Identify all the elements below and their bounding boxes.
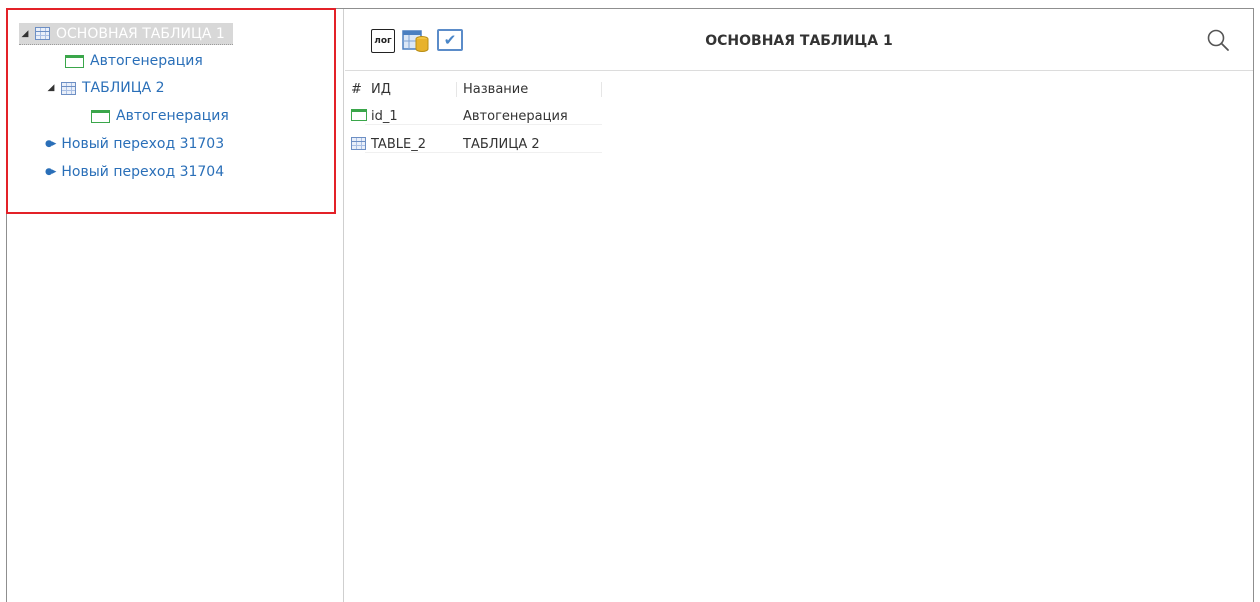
transition-icon: ●▸: [45, 167, 56, 177]
toolbar: лог ✔ ОСНОВНАЯ ТАБЛИЦА 1: [345, 9, 1253, 71]
tree-node-label: ОСНОВНАЯ ТАБЛИЦА 1: [56, 25, 225, 42]
tree-node-label: Новый переход 31704: [61, 164, 225, 180]
search-button[interactable]: [1205, 27, 1231, 53]
row-id: TABLE_2: [365, 137, 457, 153]
column-header-name[interactable]: Название: [457, 81, 602, 97]
autogen-icon: [91, 109, 110, 123]
tree-node-label: Автогенерация: [90, 53, 203, 69]
row-id: id_1: [365, 109, 457, 125]
table-row[interactable]: id_1 Автогенерация: [345, 103, 602, 131]
row-name: ТАБЛИЦА 2: [457, 137, 602, 153]
row-number: [345, 109, 367, 125]
tree-node-label: ТАБЛИЦА 2: [82, 80, 165, 96]
tree-panel: ◢ ОСНОВНАЯ ТАБЛИЦА 1 Автогенерация ◢ ТАБ…: [7, 9, 344, 602]
search-icon: [1207, 29, 1229, 51]
data-grid: # ИД Название id_1 Автогенерация TABLE_2: [345, 75, 602, 159]
table-icon: [351, 136, 366, 150]
collapse-arrow-icon[interactable]: ◢: [19, 23, 31, 45]
table-icon: [35, 27, 50, 40]
app-window: ◢ ОСНОВНАЯ ТАБЛИЦА 1 Автогенерация ◢ ТАБ…: [6, 8, 1254, 602]
column-header-number[interactable]: #: [345, 82, 365, 97]
row-name: Автогенерация: [457, 109, 602, 125]
row-number: [345, 136, 366, 154]
tree-node-label: Новый переход 31703: [61, 136, 225, 152]
collapse-arrow-icon[interactable]: ◢: [45, 77, 57, 99]
autogen-icon: [65, 54, 84, 68]
grid-header: # ИД Название: [345, 75, 602, 103]
main-panel: лог ✔ ОСНОВНАЯ ТАБЛИЦА 1 # ИД Название i…: [345, 9, 1253, 602]
tree-node-transition-31704[interactable]: ●▸ Новый переход 31704: [45, 161, 224, 183]
transition-icon: ●▸: [45, 139, 56, 149]
tree-node-table2[interactable]: ◢ ТАБЛИЦА 2: [45, 77, 165, 99]
column-header-id[interactable]: ИД: [365, 81, 457, 97]
tree-node-root[interactable]: ◢ ОСНОВНАЯ ТАБЛИЦА 1: [19, 23, 233, 45]
table-icon: [61, 81, 76, 95]
row-id-text: TABLE_2: [371, 137, 426, 152]
row-id-text: id_1: [371, 109, 398, 124]
table-row[interactable]: TABLE_2 ТАБЛИЦА 2: [345, 131, 602, 159]
tree-node-transition-31703[interactable]: ●▸ Новый переход 31703: [45, 133, 224, 155]
page-title: ОСНОВНАЯ ТАБЛИЦА 1: [705, 33, 893, 49]
tree-node-label: Автогенерация: [116, 108, 229, 124]
tree-node-table2-autogen[interactable]: Автогенерация: [91, 105, 229, 127]
tree-node-autogen[interactable]: Автогенерация: [65, 50, 203, 72]
